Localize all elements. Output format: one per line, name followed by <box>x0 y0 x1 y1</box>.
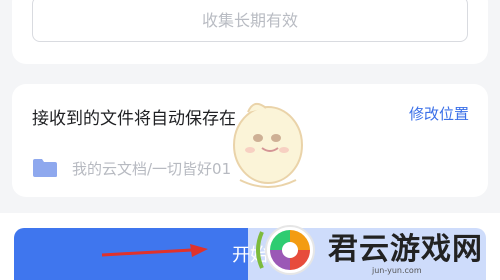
validity-field[interactable]: 收集长期有效 <box>32 0 468 42</box>
watermark-name: 君云游戏网 <box>328 232 483 267</box>
folder-row[interactable]: 我的云文档/一切皆好01 <box>32 156 231 180</box>
mascot-watermark-icon <box>233 102 303 188</box>
folder-icon <box>33 159 57 177</box>
modify-location-link[interactable]: 修改位置 <box>409 103 469 124</box>
folder-path: 我的云文档/一切皆好01 <box>72 159 232 178</box>
screen: 收集长期有效 接收到的文件将自动保存在 修改位置 我的云文档/一切皆好01 开始 <box>0 0 500 280</box>
validity-card: 收集长期有效 <box>12 0 488 64</box>
save-location-title: 接收到的文件将自动保存在 <box>32 109 236 129</box>
watermark-site: jun-yun.com <box>372 266 422 275</box>
red-arrow-icon <box>101 244 208 257</box>
